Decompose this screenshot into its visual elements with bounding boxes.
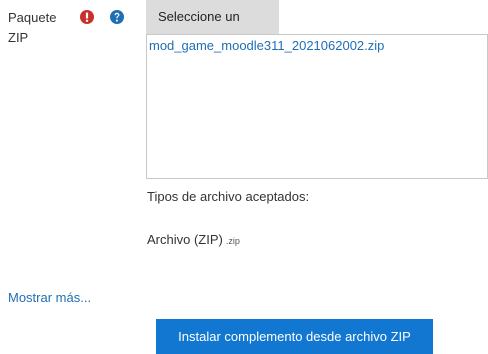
field-label: Paquete ZIP <box>8 10 57 45</box>
accepted-type-item: Archivo (ZIP) .zip <box>147 232 240 247</box>
accepted-type-extension: .zip <box>225 236 240 246</box>
choose-file-button[interactable]: Seleccione un archivo... <box>146 0 279 58</box>
file-drop-area[interactable]: mod_game_moodle311_2021062002.zip <box>146 34 488 179</box>
help-icon[interactable] <box>109 9 125 25</box>
accepted-type-label: Archivo (ZIP) <box>147 232 223 247</box>
accepted-types-title: Tipos de archivo aceptados: <box>147 189 310 204</box>
selected-file-link[interactable]: mod_game_moodle311_2021062002.zip <box>149 38 384 53</box>
show-more-link[interactable]: Mostrar más... <box>8 290 91 305</box>
install-from-zip-button[interactable]: Instalar complemento desde archivo ZIP <box>156 319 433 354</box>
required-icon <box>79 9 95 25</box>
